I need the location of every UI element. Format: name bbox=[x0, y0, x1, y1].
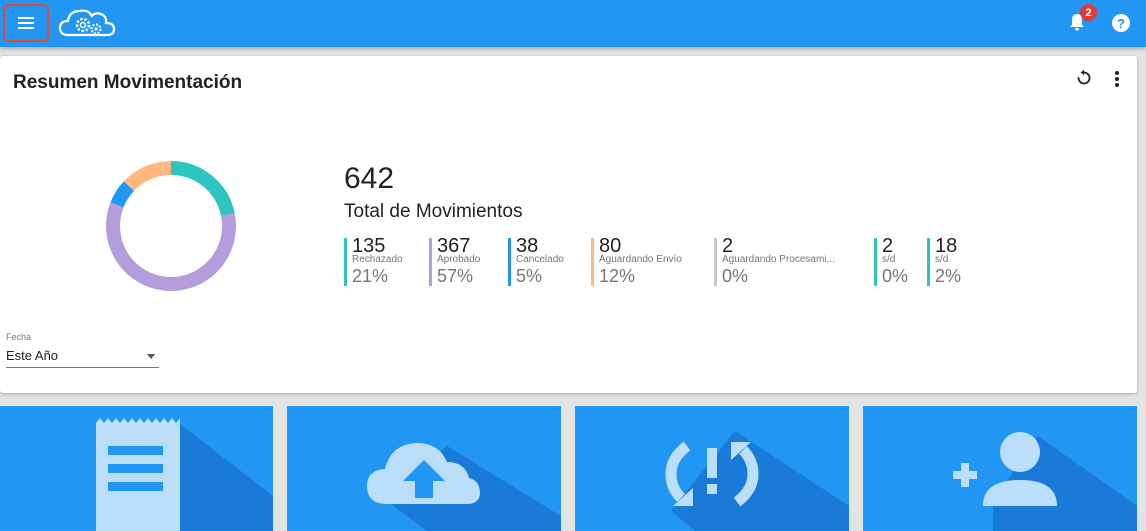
tile-sync-problem[interactable] bbox=[575, 406, 849, 531]
stat-label: Aguardando Procesami... bbox=[722, 254, 835, 265]
stat-value: 2 bbox=[722, 235, 734, 257]
cloud-upload-icon bbox=[367, 443, 561, 531]
stat-percent: 0% bbox=[882, 266, 909, 286]
sync-problem-icon bbox=[665, 431, 849, 531]
add-user-icon bbox=[953, 432, 1137, 531]
summary-card: Resumen Movimentación 642 Total de Movim… bbox=[0, 56, 1137, 393]
stat-label: s/d bbox=[882, 254, 896, 265]
receipt-icon bbox=[96, 418, 273, 531]
help-icon[interactable]: ? bbox=[1112, 14, 1130, 32]
stat-value: 2 bbox=[882, 235, 894, 257]
stat-value: 38 bbox=[516, 235, 539, 257]
stat-percent: 21% bbox=[352, 266, 389, 286]
tile-upload[interactable] bbox=[287, 406, 561, 531]
stat-aguardando-envio: 80 Aguardando Envío 12% bbox=[591, 235, 682, 286]
stat-value: 18 bbox=[935, 235, 958, 257]
stat-sd-2: 18 s/d 2% bbox=[927, 235, 962, 286]
date-filter-value: Este Año bbox=[6, 348, 59, 363]
dropdown-arrow-icon bbox=[147, 354, 155, 359]
stat-percent: 57% bbox=[437, 266, 474, 286]
card-title: Resumen Movimentación bbox=[13, 72, 243, 93]
stat-label: Cancelado bbox=[516, 254, 564, 265]
stat-label: Aguardando Envío bbox=[599, 254, 682, 265]
stat-value: 367 bbox=[437, 235, 471, 257]
donut-segment bbox=[123, 161, 172, 192]
stat-percent: 0% bbox=[722, 266, 749, 286]
stat-value: 80 bbox=[599, 235, 622, 257]
more-vert-icon[interactable] bbox=[1114, 71, 1120, 87]
stat-percent: 5% bbox=[516, 266, 543, 286]
stat-label: Aprobado bbox=[437, 254, 481, 265]
tile-add-user[interactable] bbox=[863, 406, 1137, 531]
top-app-bar: 2 ? bbox=[0, 0, 1146, 47]
refresh-icon[interactable] bbox=[1075, 69, 1093, 92]
menu-button[interactable] bbox=[3, 4, 49, 42]
date-filter-label: Fecha bbox=[6, 332, 32, 342]
stat-percent: 12% bbox=[599, 266, 636, 286]
notification-count-badge: 2 bbox=[1080, 4, 1097, 21]
stat-label: s/d bbox=[935, 254, 949, 265]
donut-segment bbox=[110, 181, 135, 208]
movements-donut-chart bbox=[106, 161, 236, 291]
stat-label: Rechazado bbox=[352, 254, 403, 265]
total-label: Total de Movimientos bbox=[344, 201, 523, 222]
stat-aguardando-procesamiento: 2 Aguardando Procesami... 0% bbox=[714, 235, 835, 286]
total-value: 642 bbox=[344, 162, 395, 195]
stat-cancelado: 38 Cancelado 5% bbox=[508, 235, 564, 286]
stat-sd-1: 2 s/d 0% bbox=[874, 235, 909, 286]
tile-receipts[interactable] bbox=[0, 406, 273, 531]
stat-rechazado: 135 Rechazado 21% bbox=[344, 235, 403, 286]
donut-segment bbox=[170, 161, 235, 217]
stat-value: 135 bbox=[352, 235, 386, 257]
stat-percent: 2% bbox=[935, 266, 962, 286]
cloud-gears-logo[interactable] bbox=[58, 5, 116, 44]
hamburger-icon bbox=[18, 17, 34, 29]
donut-segment bbox=[106, 202, 236, 291]
stat-aprobado: 367 Aprobado 57% bbox=[429, 235, 481, 286]
date-filter-select[interactable]: Este Año bbox=[6, 345, 159, 368]
